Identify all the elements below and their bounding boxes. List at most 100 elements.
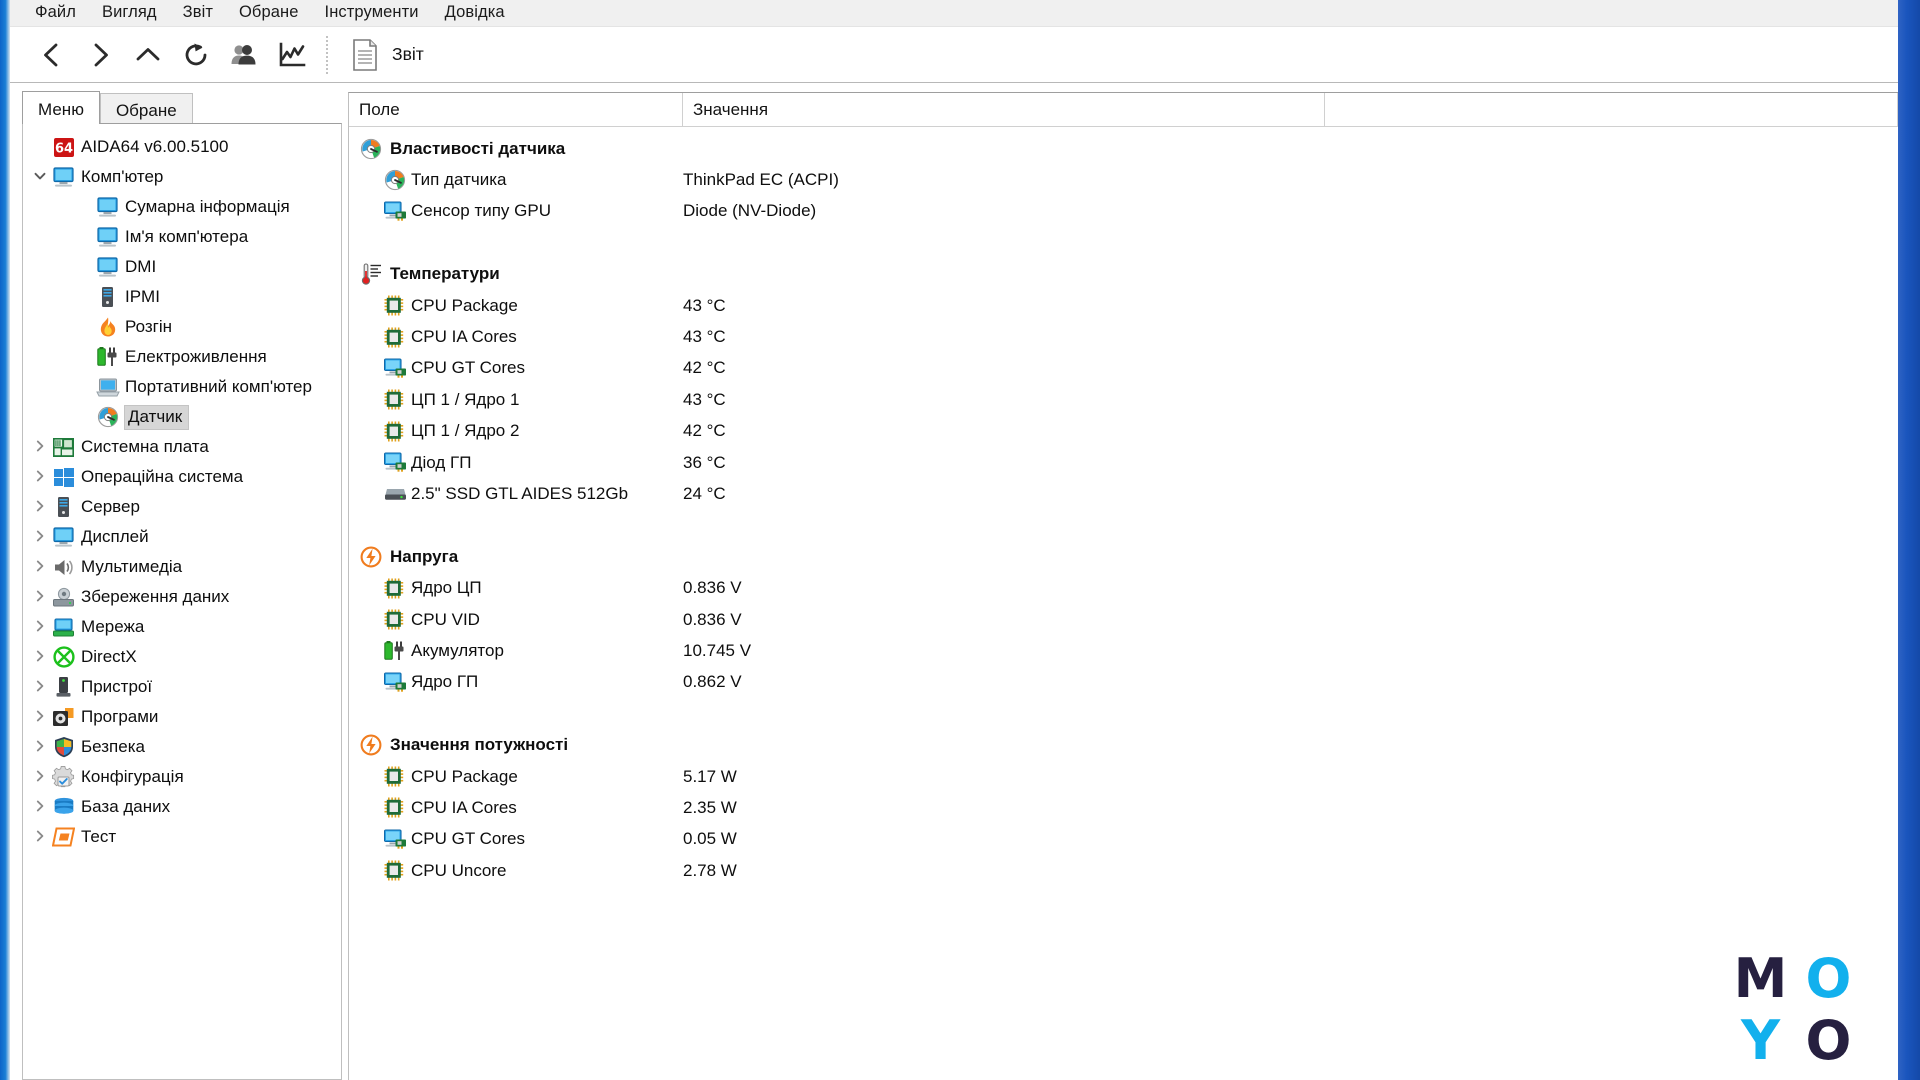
motherboard-icon	[51, 436, 76, 458]
table-row[interactable]: CPU Package 5.17 W	[349, 761, 1898, 792]
sidebar-item-8[interactable]: Портативний комп'ютер	[23, 372, 341, 402]
sidebar-item-1[interactable]: Комп'ютер	[23, 162, 341, 192]
menu-tools[interactable]: Інструменти	[312, 1, 432, 25]
column-header-value-label: Значення	[693, 99, 769, 119]
sidebar-item-label: Конфігурація	[81, 767, 184, 786]
window-border-right	[1898, 0, 1920, 1080]
sidebar-item-14[interactable]: Мультимедіа	[23, 552, 341, 582]
table-row[interactable]: CPU VID 0.836 V	[349, 604, 1898, 635]
table-row[interactable]: Діод ГП 36 °C	[349, 447, 1898, 478]
chevron-right-icon[interactable]	[29, 619, 51, 636]
sidebar-item-5[interactable]: IPMI	[23, 282, 341, 312]
chevron-right-icon[interactable]	[29, 709, 51, 726]
table-row[interactable]: CPU IA Cores 2.35 W	[349, 792, 1898, 823]
table-row[interactable]: Ядро ЦП 0.836 V	[349, 572, 1898, 603]
table-row[interactable]: Акумулятор 10.745 V	[349, 635, 1898, 666]
column-header-value[interactable]: Значення	[683, 93, 1325, 126]
disk-icon	[383, 484, 407, 504]
sidebar-item-3[interactable]: Ім'я комп'ютера	[23, 222, 341, 252]
chevron-right-icon[interactable]	[29, 529, 51, 546]
table-row[interactable]: CPU GT Cores 0.05 W	[349, 824, 1898, 855]
table-row[interactable]: CPU IA Cores 43 °C	[349, 321, 1898, 352]
toolbar-chart-button[interactable]	[268, 33, 316, 77]
row-value: ThinkPad EC (ACPI)	[683, 170, 839, 190]
sidebar-item-13[interactable]: Дисплей	[23, 522, 341, 552]
table-row[interactable]: ЦП 1 / Ядро 2 42 °C	[349, 416, 1898, 447]
table-row[interactable]: Ядро ГП 0.862 V	[349, 667, 1898, 698]
row-field-label: Діод ГП	[411, 452, 472, 472]
sidebar-item-10[interactable]: Системна плата	[23, 432, 341, 462]
table-row[interactable]: 2.5" SSD GTL AIDES 512Gb 24 °C	[349, 478, 1898, 509]
sidebar-item-19[interactable]: Програми	[23, 702, 341, 732]
table-row[interactable]: Тип датчика ThinkPad EC (ACPI)	[349, 164, 1898, 195]
chevron-right-icon[interactable]	[29, 829, 51, 846]
table-row[interactable]: CPU Package 43 °C	[349, 290, 1898, 321]
chevron-right-icon[interactable]	[29, 799, 51, 816]
tab-favorites[interactable]: Обране	[99, 93, 193, 124]
report-button[interactable]: Звіт	[342, 33, 438, 77]
main-content-panel: Поле Значення Властивості датчика Тип датч…	[348, 92, 1898, 1080]
chevron-right-icon[interactable]	[29, 739, 51, 756]
sidebar-item-15[interactable]: Збереження даних	[23, 582, 341, 612]
table-row[interactable]: CPU Uncore 2.78 W	[349, 855, 1898, 886]
row-value: 24 °C	[683, 483, 726, 503]
column-header-blank[interactable]	[1325, 93, 1898, 126]
sidebar-item-16[interactable]: Мережа	[23, 612, 341, 642]
section-header[interactable]: Значення потужності	[349, 729, 1898, 760]
row-field-label: CPU Package	[411, 766, 518, 786]
chevron-down-icon[interactable]	[29, 169, 51, 186]
menu-view[interactable]: Вигляд	[89, 1, 170, 25]
gear-icon	[51, 766, 76, 788]
chevron-right-icon[interactable]	[29, 469, 51, 486]
chevron-right-icon[interactable]	[29, 649, 51, 666]
toolbar-back-button[interactable]	[28, 33, 76, 77]
sidebar-item-12[interactable]: Сервер	[23, 492, 341, 522]
sidebar-tree-panel[interactable]: 64 AIDA64 v6.00.5100 Комп'ютер Сумарна інфо…	[22, 123, 342, 1080]
gpu-icon	[383, 452, 407, 473]
row-value: 2.78 W	[683, 860, 737, 880]
sidebar-item-23[interactable]: Тест	[23, 822, 341, 852]
gpu-icon	[383, 358, 407, 378]
chevron-right-icon[interactable]	[29, 439, 51, 456]
toolbar-forward-button[interactable]	[76, 33, 124, 77]
chevron-right-icon[interactable]	[29, 559, 51, 576]
menu-favorites[interactable]: Обране	[226, 1, 312, 25]
chevron-right-icon[interactable]	[29, 499, 51, 516]
sidebar-tree: 64 AIDA64 v6.00.5100 Комп'ютер Сумарна інфо…	[23, 124, 341, 852]
chevron-right-icon[interactable]	[29, 589, 51, 606]
sidebar-item-label: Збереження даних	[81, 587, 230, 606]
section-header[interactable]: Температури	[349, 259, 1898, 290]
row-field-label: Акумулятор	[411, 640, 504, 660]
sidebar-item-20[interactable]: Безпека	[23, 732, 341, 762]
sidebar-item-4[interactable]: DMI	[23, 252, 341, 282]
sidebar-item-11[interactable]: Операційна система	[23, 462, 341, 492]
toolbar-refresh-button[interactable]	[172, 33, 220, 77]
toolbar-audit-button[interactable]	[220, 33, 268, 77]
sidebar-item-7[interactable]: Електроживлення	[23, 342, 341, 372]
section-header[interactable]: Напруга	[349, 541, 1898, 572]
menu-file[interactable]: Файл	[22, 1, 89, 25]
sidebar-item-6[interactable]: Розгін	[23, 312, 341, 342]
table-row[interactable]: Сенсор типу GPU Diode (NV-Diode)	[349, 196, 1898, 227]
sidebar-item-21[interactable]: Конфігурація	[23, 762, 341, 792]
table-row[interactable]: CPU GT Cores 42 °C	[349, 353, 1898, 384]
sidebar-item-2[interactable]: Сумарна інформація	[23, 192, 341, 222]
section-header-label: Значення потужності	[390, 735, 569, 755]
sidebar-item-17[interactable]: DirectX	[23, 642, 341, 672]
tab-menu[interactable]: Меню	[22, 91, 100, 124]
sidebar-item-18[interactable]: Пристрої	[23, 672, 341, 702]
sidebar-item-9[interactable]: Датчик	[23, 402, 341, 432]
menu-report[interactable]: Звіт	[170, 1, 226, 25]
table-row[interactable]: ЦП 1 / Ядро 1 43 °C	[349, 384, 1898, 415]
sidebar-item-0[interactable]: 64 AIDA64 v6.00.5100	[23, 132, 341, 162]
menu-help[interactable]: Довідка	[432, 1, 518, 25]
row-field-label: CPU GT Cores	[411, 829, 525, 849]
monitor-icon	[95, 196, 120, 218]
section-header[interactable]: Властивості датчика	[349, 133, 1898, 164]
chevron-right-icon[interactable]	[29, 769, 51, 786]
chevron-right-icon[interactable]	[29, 679, 51, 696]
column-header-field[interactable]: Поле	[349, 93, 683, 126]
toolbar-up-button[interactable]	[124, 33, 172, 77]
sidebar-item-22[interactable]: База даних	[23, 792, 341, 822]
